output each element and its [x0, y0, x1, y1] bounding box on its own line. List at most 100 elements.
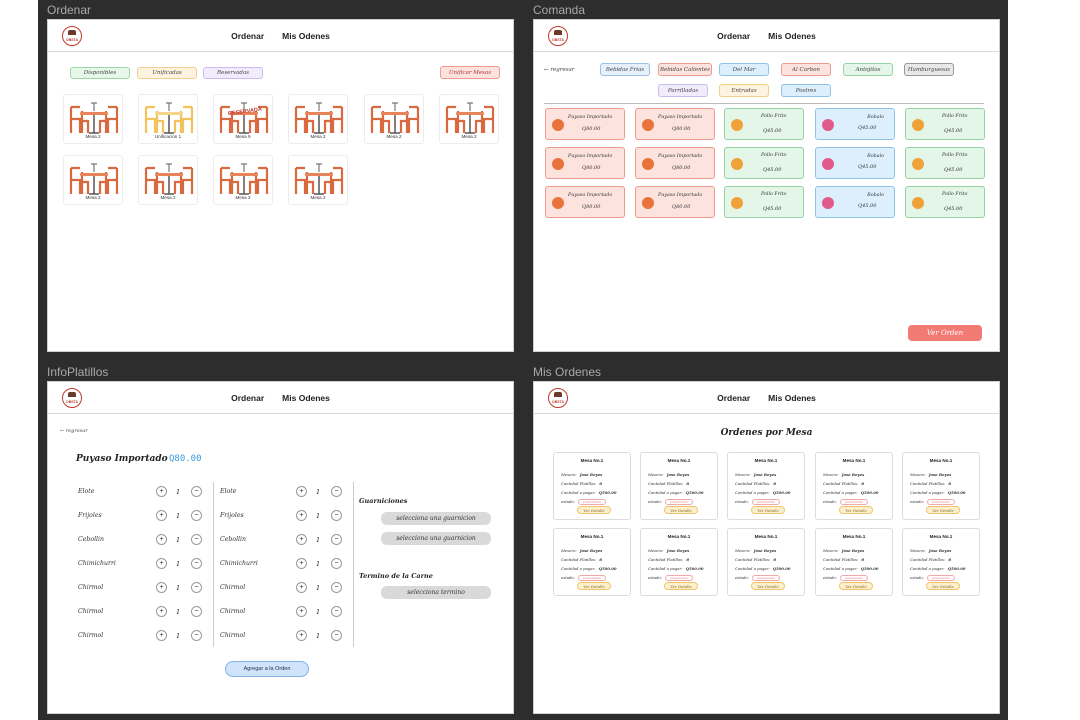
- ver-detalle-button[interactable]: Ver Detalle: [839, 506, 873, 514]
- category-pill[interactable]: Antojitos: [843, 63, 893, 76]
- category-pill[interactable]: Entradas: [719, 84, 769, 97]
- plus-button[interactable]: +: [156, 606, 167, 617]
- order-card[interactable]: Mesa No.1 Mesero: Jose Reyes Cantidad Plati…: [902, 452, 980, 520]
- minus-button[interactable]: −: [331, 558, 342, 569]
- unificar-mesas-button[interactable]: Unificar Mesas: [440, 66, 500, 79]
- plus-button[interactable]: +: [156, 630, 167, 641]
- order-card[interactable]: Mesa No.1 Mesero: Jose Reyes Cantidad Plati…: [640, 528, 718, 596]
- agregar-orden-button[interactable]: Agregar a la Orden: [225, 661, 309, 677]
- order-card[interactable]: Mesa No.1 Mesero: Jose Reyes Cantidad Plati…: [553, 528, 631, 596]
- minus-button[interactable]: −: [331, 510, 342, 521]
- legend-reservadas[interactable]: Reservadas: [203, 67, 263, 79]
- nav-mis-odenes[interactable]: Mis Odenes: [768, 31, 816, 41]
- minus-button[interactable]: −: [191, 510, 202, 521]
- ver-detalle-button[interactable]: Ver Detalle: [926, 582, 960, 590]
- legend-unificadas[interactable]: Unificadas: [137, 67, 197, 79]
- category-pill[interactable]: Al Carbon: [781, 63, 831, 76]
- plus-button[interactable]: +: [156, 486, 167, 497]
- minus-button[interactable]: −: [331, 582, 342, 593]
- ver-detalle-button[interactable]: Ver Detalle: [751, 582, 785, 590]
- ver-orden-button[interactable]: Ver Orden: [908, 325, 982, 341]
- order-card[interactable]: Mesa No.1 Mesero: Jose Reyes Cantidad Plati…: [727, 452, 805, 520]
- dish-card[interactable]: Pollo Frito Q45.00: [724, 147, 804, 179]
- table-card[interactable]: Mesa 2: [213, 155, 273, 205]
- plus-button[interactable]: +: [296, 558, 307, 569]
- plus-button[interactable]: +: [296, 630, 307, 641]
- minus-button[interactable]: −: [191, 486, 202, 497]
- dish-card[interactable]: Pollo Frito Q45.00: [905, 186, 985, 218]
- restaurant-logo[interactable]: OBSTA: [548, 388, 568, 408]
- nav-mis-odenes[interactable]: Mis Odenes: [768, 393, 816, 403]
- dish-card[interactable]: Robalo Q45.00: [815, 147, 895, 179]
- table-card[interactable]: Mesa 2: [138, 155, 198, 205]
- table-card[interactable]: Mesa 2: [63, 155, 123, 205]
- ver-detalle-button[interactable]: Ver Detalle: [751, 506, 785, 514]
- category-pill[interactable]: Bebidas Frias: [600, 63, 650, 76]
- minus-button[interactable]: −: [191, 558, 202, 569]
- legend-disponibles[interactable]: Disponibles: [70, 67, 130, 79]
- dish-card[interactable]: Puyaso Importado Q80.00: [635, 108, 715, 140]
- category-pill[interactable]: Postres: [781, 84, 831, 97]
- plus-button[interactable]: +: [156, 534, 167, 545]
- order-card[interactable]: Mesa No.1 Mesero: Jose Reyes Cantidad Plati…: [727, 528, 805, 596]
- termino-select[interactable]: selecciona termino: [381, 586, 491, 599]
- ver-detalle-button[interactable]: Ver Detalle: [664, 506, 698, 514]
- category-pill[interactable]: Bebidas Calientes: [658, 63, 712, 76]
- dish-card[interactable]: Pollo Frito Q45.00: [905, 147, 985, 179]
- dish-card[interactable]: Robalo Q45.00: [815, 108, 895, 140]
- order-card[interactable]: Mesa No.1 Mesero: Jose Reyes Cantidad Plati…: [815, 452, 893, 520]
- dish-card[interactable]: Puyaso Importado Q80.00: [545, 147, 625, 179]
- dish-card[interactable]: Robalo Q45.00: [815, 186, 895, 218]
- restaurant-logo[interactable]: OBSTA: [548, 26, 568, 46]
- dish-card[interactable]: Puyaso Importado Q80.00: [545, 186, 625, 218]
- order-card[interactable]: Mesa No.1 Mesero: Jose Reyes Cantidad Plati…: [815, 528, 893, 596]
- plus-button[interactable]: +: [296, 486, 307, 497]
- ver-detalle-button[interactable]: Ver Detalle: [664, 582, 698, 590]
- plus-button[interactable]: +: [296, 510, 307, 521]
- plus-button[interactable]: +: [156, 582, 167, 593]
- category-pill[interactable]: Parrilladas: [658, 84, 708, 97]
- table-card[interactable]: Mesa 2: [364, 94, 424, 144]
- minus-button[interactable]: −: [191, 606, 202, 617]
- plus-button[interactable]: +: [296, 582, 307, 593]
- minus-button[interactable]: −: [191, 582, 202, 593]
- nav-ordenar[interactable]: Ordenar: [231, 393, 264, 403]
- dish-card[interactable]: Pollo Frito Q45.00: [905, 108, 985, 140]
- order-card[interactable]: Mesa No.1 Mesero: Jose Reyes Cantidad Plati…: [553, 452, 631, 520]
- table-card[interactable]: RESERVADA Mesa 9: [213, 94, 273, 144]
- dish-card[interactable]: Pollo Frito Q45.00: [724, 108, 804, 140]
- table-card[interactable]: Mesa 2: [288, 94, 348, 144]
- dish-card[interactable]: Puyaso Importado Q80.00: [635, 186, 715, 218]
- back-link[interactable]: ← regresar: [60, 428, 88, 434]
- dish-card[interactable]: Pollo Frito Q45.00: [724, 186, 804, 218]
- ver-detalle-button[interactable]: Ver Detalle: [839, 582, 873, 590]
- plus-button[interactable]: +: [156, 510, 167, 521]
- table-card[interactable]: Mesa 2: [63, 94, 123, 144]
- dish-card[interactable]: Puyaso Importado Q80.00: [635, 147, 715, 179]
- category-pill[interactable]: Hamburguesas: [904, 63, 954, 76]
- nav-mis-odenes[interactable]: Mis Odenes: [282, 393, 330, 403]
- minus-button[interactable]: −: [331, 630, 342, 641]
- minus-button[interactable]: −: [331, 486, 342, 497]
- minus-button[interactable]: −: [191, 630, 202, 641]
- restaurant-logo[interactable]: OBSTA: [62, 26, 82, 46]
- nav-ordenar[interactable]: Ordenar: [231, 31, 264, 41]
- nav-mis-odenes[interactable]: Mis Odenes: [282, 31, 330, 41]
- nav-ordenar[interactable]: Ordenar: [717, 393, 750, 403]
- ver-detalle-button[interactable]: Ver Detalle: [926, 506, 960, 514]
- restaurant-logo[interactable]: OBSTA: [62, 388, 82, 408]
- order-card[interactable]: Mesa No.1 Mesero: Jose Reyes Cantidad Plati…: [640, 452, 718, 520]
- ver-detalle-button[interactable]: Ver Detalle: [577, 506, 611, 514]
- back-link[interactable]: ← regresar: [544, 67, 574, 73]
- plus-button[interactable]: +: [156, 558, 167, 569]
- nav-ordenar[interactable]: Ordenar: [717, 31, 750, 41]
- minus-button[interactable]: −: [191, 534, 202, 545]
- guarnicion-select-1[interactable]: selecciona una guarnicion: [381, 512, 491, 525]
- ver-detalle-button[interactable]: Ver Detalle: [577, 582, 611, 590]
- plus-button[interactable]: +: [296, 534, 307, 545]
- order-card[interactable]: Mesa No.1 Mesero: Jose Reyes Cantidad Plati…: [902, 528, 980, 596]
- minus-button[interactable]: −: [331, 606, 342, 617]
- plus-button[interactable]: +: [296, 606, 307, 617]
- guarnicion-select-2[interactable]: selecciona una guarnicion: [381, 532, 491, 545]
- table-card[interactable]: Unificacion 1: [138, 94, 198, 144]
